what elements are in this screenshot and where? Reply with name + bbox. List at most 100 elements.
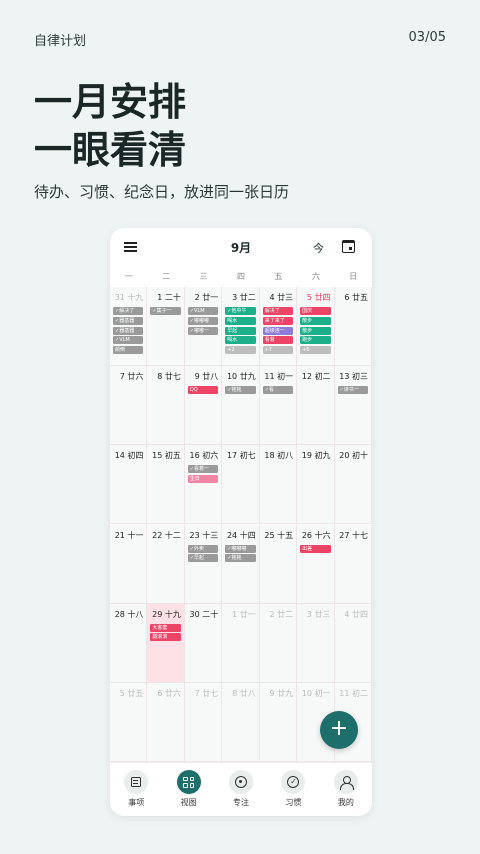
day-date: 9 <box>194 372 200 382</box>
day-cell[interactable]: 3 廿三 <box>297 603 335 683</box>
day-cell[interactable]: 16 初六 ✓看着一 生日 <box>184 445 223 525</box>
day-cell[interactable]: 1 二十 ✓集子一 <box>147 287 185 367</box>
day-cell[interactable]: 11 初一 ✓看 <box>259 366 298 446</box>
day-cell[interactable]: 2 廿一 ✓VLM ✓嘟嘟嘟 ✓嘟嘟一 <box>184 287 223 367</box>
event-chip[interactable]: 颠倒 <box>113 346 144 355</box>
day-cell[interactable]: 4 廿四 <box>334 603 372 683</box>
day-cell[interactable]: 5 廿五 <box>110 682 148 762</box>
lunar-date: 廿九 <box>239 372 256 382</box>
lunar-date: 十二 <box>164 530 181 540</box>
day-cell-today[interactable]: 29 十九 大客套 翻滚滚 <box>147 603 185 683</box>
more-events-badge[interactable]: +6 <box>300 346 331 355</box>
day-number: 11 初一 <box>264 371 293 382</box>
event-chip[interactable]: ✓VLM <box>113 336 144 345</box>
day-cell[interactable]: 18 初八 <box>259 445 298 525</box>
event-chip[interactable]: 大客套 <box>150 623 181 632</box>
event-chip[interactable]: 散步 <box>300 316 331 325</box>
add-button[interactable]: + <box>320 711 358 749</box>
day-cell[interactable]: 1 廿一 <box>222 603 260 683</box>
event-chip[interactable]: 看着 <box>262 336 294 345</box>
event-chip[interactable]: ✓器基器 <box>113 326 144 335</box>
event-chip[interactable]: 出差 <box>300 544 331 553</box>
event-chip[interactable]: ✓嘟嘟一 <box>187 326 219 335</box>
event-chip[interactable]: ✓VLM <box>187 307 219 315</box>
month-title[interactable]: 9月 <box>110 239 372 256</box>
more-events-badge[interactable]: +2 <box>225 346 256 355</box>
tab-habits[interactable]: ✓ 习惯 <box>267 763 319 816</box>
event-chip[interactable]: ✓拖拖 <box>225 386 256 395</box>
event-chip[interactable]: 喝水 <box>225 316 256 325</box>
tab-label: 视图 <box>180 798 197 807</box>
event-chip[interactable]: ✓器基器 <box>113 316 144 325</box>
event-chip[interactable]: 翻滚滚 <box>150 633 181 642</box>
day-cell[interactable]: 21 十一 <box>110 524 148 604</box>
calendar-icon[interactable] <box>342 240 355 253</box>
app-name: 自律计划 <box>34 34 87 49</box>
day-cell[interactable]: 31 十九 ✓解决了 ✓器基器 ✓器基器 ✓VLM 颠倒 <box>110 287 148 367</box>
event-chip[interactable]: ✓拖拖 <box>225 554 256 563</box>
day-cell[interactable]: 8 廿七 <box>147 366 185 446</box>
day-cell[interactable]: 9 廿九 <box>259 682 298 762</box>
event-chip[interactable]: ✓嘟嘟嘟 <box>225 544 256 553</box>
event-chip[interactable]: 散步 <box>300 326 331 335</box>
event-chip[interactable]: 喝水 <box>225 336 256 345</box>
day-cell[interactable]: 13 初三 ✓读书一 <box>334 366 372 446</box>
event-chip[interactable]: ✓解决了 <box>113 307 144 315</box>
event-chip[interactable]: 生日 <box>187 475 219 484</box>
more-events-badge[interactable]: +7 <box>262 346 294 355</box>
day-cell[interactable]: 6 廿六 <box>147 682 185 762</box>
day-cell[interactable]: 30 二十 <box>184 603 223 683</box>
day-cell[interactable]: 28 十八 <box>110 603 148 683</box>
day-cell[interactable]: 2 廿二 <box>259 603 298 683</box>
day-date: 27 <box>339 530 350 540</box>
day-date: 30 <box>189 609 200 619</box>
day-cell[interactable]: 27 十七 <box>334 524 372 604</box>
event-chip[interactable]: ✓早起 <box>187 554 219 563</box>
event-chip[interactable]: ✓看 <box>262 386 294 395</box>
day-cell[interactable]: 3 廿二 ✓他中午 喝水 早起 喝水 +2 <box>222 287 260 367</box>
event-chip[interactable]: 早起 <box>225 326 256 335</box>
event-chip[interactable]: ✓看着一 <box>187 465 219 474</box>
day-cell[interactable]: 10 廿九 ✓拖拖 <box>222 366 260 446</box>
day-cell[interactable]: 12 初二 <box>297 366 335 446</box>
day-cell[interactable]: 7 廿七 <box>184 682 223 762</box>
event-chip[interactable]: QQ <box>187 386 219 395</box>
headline-line-2: 一眼看清 <box>34 128 187 172</box>
event-chip[interactable]: ✓他中午 <box>225 307 256 315</box>
day-cell[interactable]: 14 初四 <box>110 445 148 525</box>
day-cell[interactable]: 19 初九 <box>297 445 335 525</box>
day-cell[interactable]: 15 初五 <box>147 445 185 525</box>
tab-view[interactable]: 视图 <box>162 763 214 816</box>
event-chip[interactable]: 来了来了 <box>262 316 294 325</box>
event-chip[interactable]: 国庆 <box>300 307 331 315</box>
day-date: 5 <box>119 688 125 698</box>
day-cell[interactable]: 24 十四 ✓嘟嘟嘟 ✓拖拖 <box>222 524 260 604</box>
event-chip[interactable]: 超级连一 <box>262 326 294 335</box>
day-cell[interactable]: 25 十五 <box>259 524 298 604</box>
lunar-date: 二十 <box>202 609 219 619</box>
tab-items[interactable]: 事项 <box>110 763 162 816</box>
day-cell[interactable]: 6 廿五 <box>334 287 372 367</box>
day-cell[interactable]: 7 廿六 <box>110 366 148 446</box>
event-chip[interactable]: ✓集子一 <box>150 307 181 315</box>
day-cell[interactable]: 5 廿四 国庆 散步 散步 跑步 +6 <box>297 287 335 367</box>
event-chip[interactable]: ✓嘟嘟嘟 <box>187 316 219 325</box>
day-number: 8 廿八 <box>232 688 256 699</box>
day-cell[interactable]: 17 初七 <box>222 445 260 525</box>
day-cell[interactable]: 22 十二 <box>147 524 185 604</box>
tab-focus[interactable]: 专注 <box>215 763 267 816</box>
today-button[interactable]: 今 <box>313 240 324 256</box>
day-cell[interactable]: 9 廿八 QQ <box>184 366 223 446</box>
day-cell[interactable]: 23 十三 ✓外卖 ✓早起 <box>184 524 223 604</box>
day-cell[interactable]: 20 初十 <box>334 445 372 525</box>
lunar-date: 十六 <box>314 530 331 540</box>
tab-profile[interactable]: 我的 <box>320 763 372 816</box>
event-chip[interactable]: 跑步 <box>300 336 331 345</box>
lunar-date: 十九 <box>164 609 181 619</box>
day-cell[interactable]: 4 廿三 解决了 来了来了 超级连一 看着 +7 <box>259 287 298 367</box>
event-chip[interactable]: ✓读书一 <box>337 386 368 395</box>
day-cell[interactable]: 8 廿八 <box>222 682 260 762</box>
event-chip[interactable]: 解决了 <box>262 307 294 315</box>
day-cell[interactable]: 26 十六 出差 <box>297 524 335 604</box>
event-chip[interactable]: ✓外卖 <box>187 544 219 553</box>
